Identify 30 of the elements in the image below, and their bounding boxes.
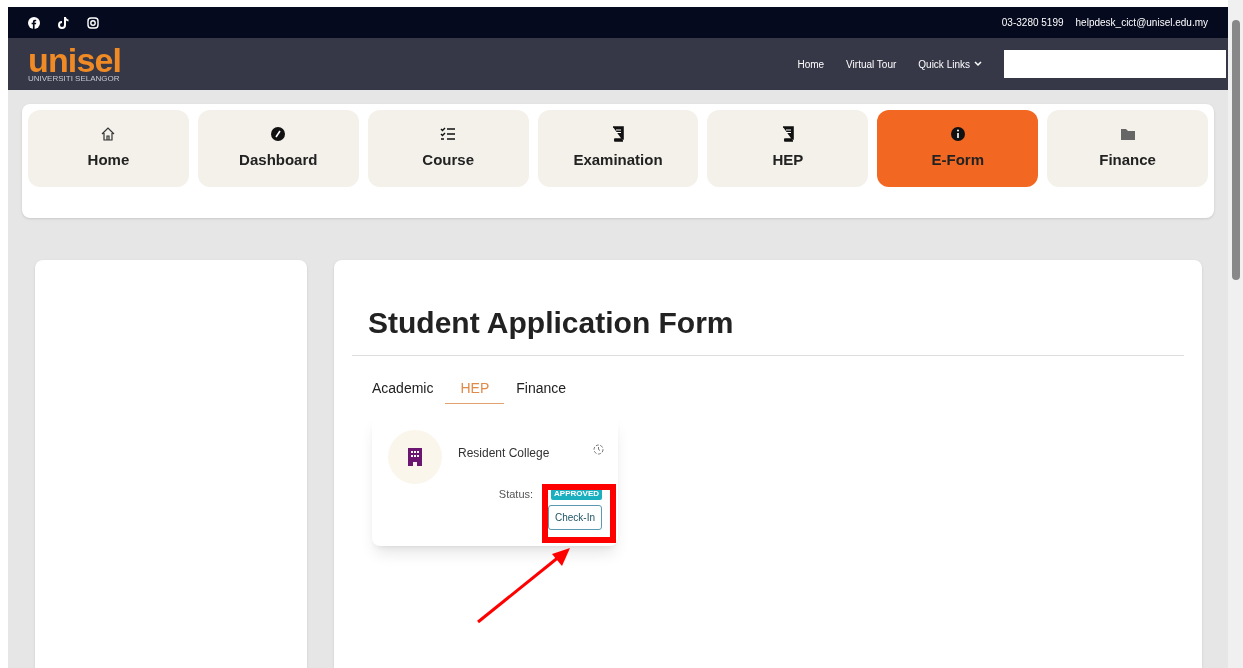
nav-link[interactable]: Home xyxy=(797,56,825,72)
instagram-icon[interactable] xyxy=(87,16,99,29)
info-icon xyxy=(949,125,966,142)
email-address[interactable]: helpdesk_cict@unisel.edu.my xyxy=(1075,15,1208,30)
module-tab[interactable]: Home xyxy=(28,110,189,187)
module-tab[interactable]: Dashboard xyxy=(197,110,359,187)
module-tab[interactable]: Finance xyxy=(1047,110,1208,187)
scrollbar[interactable] xyxy=(1228,0,1243,668)
page-title: Student Application Form xyxy=(352,300,1184,356)
home-icon xyxy=(100,125,117,142)
facebook-icon[interactable] xyxy=(28,16,40,29)
form-tab[interactable]: Academic xyxy=(360,374,446,404)
module-tab[interactable]: HEP xyxy=(707,110,869,187)
checklist-icon xyxy=(440,125,457,142)
building-icon xyxy=(388,430,442,484)
nav-link[interactable]: Virtual Tour xyxy=(846,56,897,72)
phone-number: 03-3280 5199 xyxy=(1001,16,1064,30)
module-tab[interactable]: Examination xyxy=(537,110,699,187)
quick-links-dropdown[interactable]: Quick Links xyxy=(918,56,982,72)
module-tab[interactable]: Course xyxy=(367,110,529,187)
gauge-icon xyxy=(270,125,287,142)
search-field[interactable] xyxy=(1004,50,1226,78)
status-label: Status: xyxy=(498,487,534,502)
check-in-button[interactable]: Check-In xyxy=(548,504,602,530)
chevron-down-icon xyxy=(974,61,982,67)
tiktok-icon[interactable] xyxy=(58,16,69,29)
module-tab[interactable]: E-Form xyxy=(877,110,1039,187)
card-title: Resident College xyxy=(458,445,551,462)
form-tab[interactable]: Finance xyxy=(504,374,579,404)
clock-icon xyxy=(593,444,604,455)
